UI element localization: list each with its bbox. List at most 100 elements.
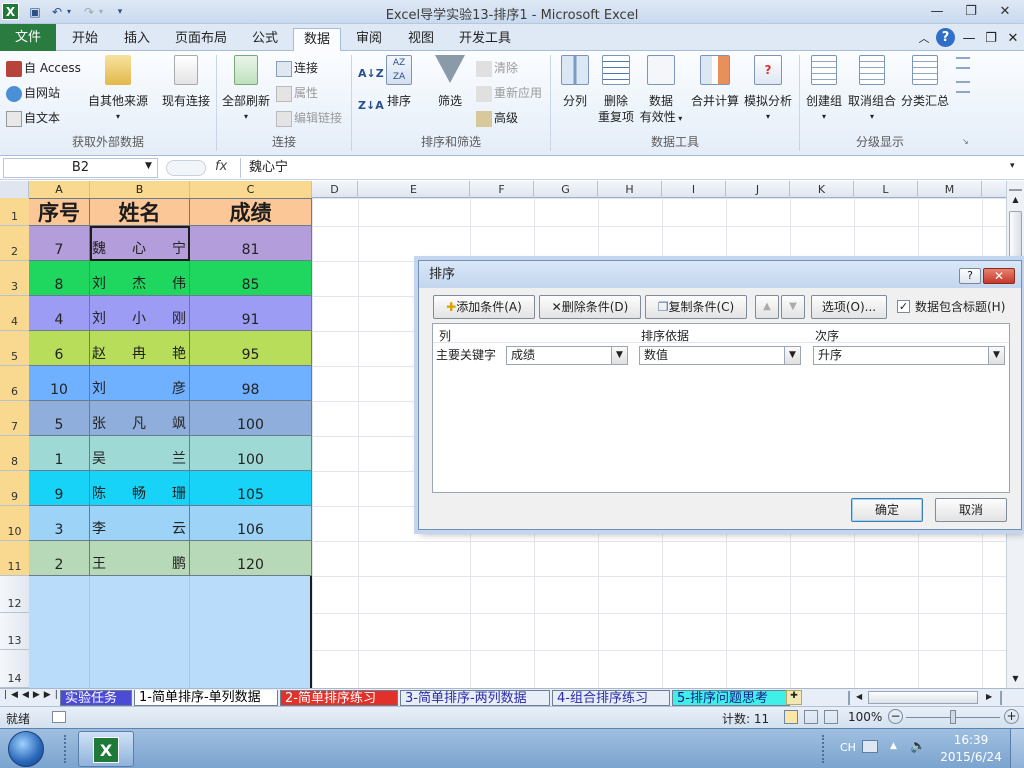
ungroup-button[interactable]: 取消组合 ▾	[846, 55, 898, 125]
properties-button[interactable]: 属性	[276, 84, 318, 102]
empty-highlight-row[interactable]	[29, 576, 312, 613]
consolidate-button[interactable]: 合并计算	[688, 55, 742, 109]
cell-name[interactable]: 魏心宁	[90, 226, 190, 261]
sort-button[interactable]: AZ ZA 排序	[382, 55, 416, 109]
tab-file[interactable]: 文件	[0, 24, 56, 51]
formula-input[interactable]: 魏心宁	[240, 158, 1008, 178]
sheet-tab[interactable]: 4-组合排序练习	[552, 690, 670, 706]
workbook-close-icon[interactable]: ✕	[1004, 28, 1022, 51]
page-layout-view-icon[interactable]	[804, 710, 818, 724]
collapse-ribbon-icon[interactable]: ︿	[916, 28, 932, 51]
text-to-columns-button[interactable]: 分列	[556, 55, 594, 109]
taskbar-excel-button[interactable]: X	[78, 731, 134, 767]
workbook-minimize-icon[interactable]: —	[960, 28, 978, 51]
column-header-f[interactable]: F	[470, 181, 534, 198]
cell-name[interactable]: 陈畅珊	[90, 471, 190, 506]
zoom-level[interactable]: 100%	[848, 710, 882, 724]
sort-ascending-icon[interactable]: A↓Z	[358, 67, 384, 80]
normal-view-icon[interactable]	[784, 710, 798, 724]
sheet-tab[interactable]: 3-简单排序-两列数据	[400, 690, 550, 706]
formula-bar-resize-handle[interactable]	[166, 160, 206, 176]
volume-icon[interactable]: 🔈	[910, 739, 926, 754]
workbook-restore-icon[interactable]: ❐	[982, 28, 1000, 51]
tab-home[interactable]: 开始	[62, 28, 108, 51]
dropdown-arrow-icon[interactable]: ▼	[988, 347, 1004, 364]
cell-score[interactable]: 105	[190, 471, 312, 506]
reapply-button[interactable]: 重新应用	[476, 84, 542, 102]
cell-name[interactable]: 刘彦	[90, 366, 190, 401]
cell-score[interactable]: 98	[190, 366, 312, 401]
tab-formulas[interactable]: 公式	[242, 28, 288, 51]
show-desktop-button[interactable]	[1010, 729, 1024, 768]
show-detail-icon[interactable]	[956, 57, 970, 69]
row-header[interactable]: 6	[0, 366, 29, 401]
dialog-close-icon[interactable]: ✕	[983, 268, 1015, 284]
cell-id[interactable]: 4	[29, 296, 90, 331]
cell-score[interactable]: 85	[190, 261, 312, 296]
column-header-j[interactable]: J	[726, 181, 790, 198]
cell-name[interactable]: 刘杰伟	[90, 261, 190, 296]
scroll-down-icon[interactable]: ▼	[1009, 674, 1022, 686]
row-header[interactable]: 10	[0, 506, 29, 541]
refresh-all-button[interactable]: 全部刷新 ▾	[220, 55, 272, 125]
cell-id[interactable]: 8	[29, 261, 90, 296]
existing-connections-button[interactable]: 现有连接	[158, 55, 214, 109]
from-web-button[interactable]: 自网站	[6, 84, 60, 102]
tab-data[interactable]: 数据	[293, 28, 341, 52]
sort-order-select[interactable]: 升序 ▼	[813, 346, 1005, 365]
show-hidden-icons-icon[interactable]: ▲	[890, 741, 897, 751]
cell-id[interactable]: 2	[29, 541, 90, 576]
cell-id[interactable]: 5	[29, 401, 90, 436]
scroll-up-icon[interactable]: ▲	[1009, 195, 1022, 207]
split-box-handle[interactable]	[1009, 181, 1022, 191]
row-header[interactable]: 14	[0, 650, 29, 688]
zoom-out-icon[interactable]: −	[888, 709, 903, 724]
cell-name[interactable]: 吴兰	[90, 436, 190, 471]
cell-id[interactable]: 6	[29, 331, 90, 366]
cell-id[interactable]: 9	[29, 471, 90, 506]
cell-score[interactable]: 106	[190, 506, 312, 541]
column-header-b[interactable]: B	[90, 181, 190, 198]
ok-button[interactable]: 确定	[851, 498, 923, 522]
column-header-k[interactable]: K	[790, 181, 854, 198]
column-header-d[interactable]: D	[312, 181, 358, 198]
remove-duplicates-button[interactable]: 删除 重复项	[596, 55, 636, 125]
tab-split-handle[interactable]	[848, 691, 854, 705]
row-header[interactable]: 13	[0, 613, 29, 650]
tab-insert[interactable]: 插入	[114, 28, 160, 51]
insert-function-icon[interactable]: fx	[215, 159, 237, 174]
column-header-g[interactable]: G	[534, 181, 598, 198]
hide-detail-icon[interactable]	[956, 81, 970, 93]
cell-id[interactable]: 7	[29, 226, 90, 261]
table-header-score[interactable]: 成绩	[190, 198, 312, 226]
row-header[interactable]: 4	[0, 296, 29, 331]
cell-name[interactable]: 李云	[90, 506, 190, 541]
tab-review[interactable]: 审阅	[346, 28, 392, 51]
input-language[interactable]: CH	[840, 741, 856, 754]
scroll-right-icon[interactable]: ▶	[986, 692, 992, 701]
sort-column-select[interactable]: 成绩 ▼	[506, 346, 628, 365]
row-header[interactable]: 5	[0, 331, 29, 366]
dropdown-arrow-icon[interactable]: ▼	[784, 347, 800, 364]
sheet-tab[interactable]: 实验任务	[60, 690, 132, 706]
minimize-icon[interactable]: —	[924, 2, 950, 21]
row-header[interactable]: 9	[0, 471, 29, 506]
column-header-h[interactable]: H	[598, 181, 662, 198]
cell-score[interactable]: 100	[190, 436, 312, 471]
sort-descending-icon[interactable]: Z↓A	[358, 99, 384, 112]
dropdown-arrow-icon[interactable]: ▼	[611, 347, 627, 364]
options-button[interactable]: 选项(O)...	[811, 295, 887, 319]
help-icon[interactable]: ?	[936, 28, 955, 47]
from-access-button[interactable]: 自 Access	[6, 59, 81, 77]
filter-button[interactable]: 筛选	[432, 55, 468, 109]
keyboard-icon[interactable]	[862, 740, 878, 753]
row-header[interactable]: 1	[0, 198, 29, 226]
edit-links-button[interactable]: 编辑链接	[276, 109, 342, 127]
move-up-icon[interactable]: ▲	[755, 295, 779, 319]
tab-view[interactable]: 视图	[398, 28, 444, 51]
cell-id[interactable]: 3	[29, 506, 90, 541]
row-header[interactable]: 7	[0, 401, 29, 436]
data-validation-button[interactable]: 数据 有效性 ▾	[638, 55, 684, 127]
cell-score[interactable]: 91	[190, 296, 312, 331]
close-icon[interactable]: ✕	[992, 2, 1018, 21]
